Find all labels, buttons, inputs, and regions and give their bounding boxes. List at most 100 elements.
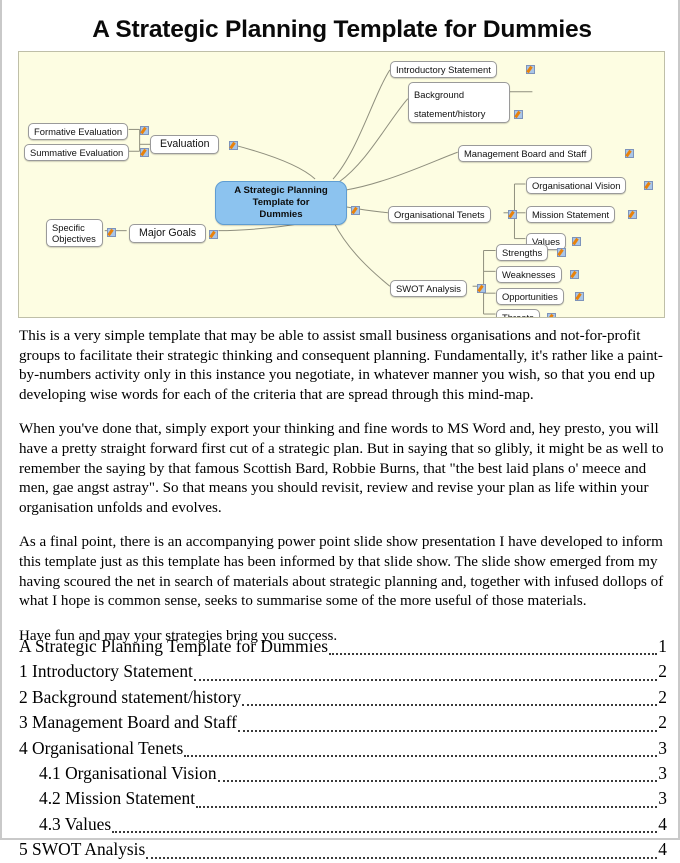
toc-entry-page: 3 (658, 737, 667, 758)
mindmap-node-label: Organisational Tenets (394, 209, 485, 220)
mindmap-node-weaknesses[interactable]: Weaknesses (496, 266, 562, 283)
toc-entry[interactable]: 4.2 Mission Statement 3 (19, 786, 667, 811)
central-line-3: Dummies (259, 209, 303, 220)
body-paragraph-1: This is a very simple template that may … (19, 328, 663, 403)
mindmap-node-summative-evaluation[interactable]: Summative Evaluation (24, 144, 130, 161)
toc-entry[interactable]: 4.1 Organisational Vision 3 (19, 761, 667, 786)
mindmap-figure: A Strategic Planning Template for Dummie… (18, 51, 665, 318)
note-icon-weaknesses[interactable] (570, 270, 579, 279)
mindmap-node-opportunities[interactable]: Opportunities (496, 288, 564, 305)
toc-entry-label: 4.3 Values (39, 813, 112, 834)
mindmap-node-formative-evaluation[interactable]: Formative Evaluation (28, 123, 129, 140)
toc-entry-label: 3 Management Board and Staff (19, 712, 237, 733)
toc-entry-label: 1 Introductory Statement (19, 661, 193, 682)
toc-entry-page: 2 (658, 686, 667, 707)
note-icon-threats[interactable] (547, 313, 556, 317)
note-icon-strengths[interactable] (557, 248, 566, 257)
toc-entry-label: A Strategic Planning Template for Dummie… (19, 636, 329, 656)
note-icon-introductory-statement[interactable] (526, 65, 535, 74)
note-icon-management-board-and-staff[interactable] (625, 149, 634, 158)
toc-dot-leader (237, 729, 658, 732)
note-icon-opportunities[interactable] (575, 292, 584, 301)
note-icon-background-statement-history[interactable] (514, 110, 523, 119)
mindmap-node-label: Introductory Statement (396, 64, 491, 75)
mindmap-node-organisational-tenets[interactable]: Organisational Tenets (388, 206, 491, 223)
toc-dot-leader (217, 779, 658, 783)
mindmap-node-label: SWOT Analysis (396, 283, 461, 294)
mindmap-node-label: Weaknesses (502, 269, 556, 280)
note-icon-summative-evaluation[interactable] (140, 148, 149, 157)
toc-entry-label: 4.1 Organisational Vision (39, 763, 217, 784)
toc-dot-leader (329, 652, 658, 656)
toc-entry[interactable]: 1 Introductory Statement 2 (19, 659, 667, 684)
toc-dot-leader (196, 805, 658, 808)
toc-entry-label: 2 Background statement/history (19, 686, 242, 707)
mindmap-node-specific-objectives[interactable]: Specific Objectives (46, 219, 103, 247)
mindmap-node-introductory-statement[interactable]: Introductory Statement (390, 61, 497, 78)
toc-entry-page: 3 (658, 763, 667, 784)
mindmap-node-swot-analysis[interactable]: SWOT Analysis (390, 280, 467, 297)
toc-entry[interactable]: 4 Organisational Tenets 3 (19, 736, 667, 761)
body-text: This is a very simple template that may … (19, 327, 667, 661)
mindmap-node-label-line1: Background (414, 89, 465, 100)
mindmap-node-threats[interactable]: Threats (496, 309, 540, 318)
note-icon-swot-analysis[interactable] (477, 284, 486, 293)
mindmap-node-background-statement-history[interactable]: Background statement/history (408, 82, 510, 123)
mindmap-node-label-line1: Specific (52, 222, 85, 233)
toc-entry[interactable]: 4.3 Values 4 (19, 812, 667, 837)
table-of-contents: A Strategic Planning Template for Dummie… (19, 634, 667, 863)
note-icon-mission-statement[interactable] (628, 210, 637, 219)
page-title: A Strategic Planning Template for Dummie… (92, 16, 592, 43)
mindmap-node-label-line2: Objectives (52, 233, 96, 244)
toc-entry-label: 5 SWOT Analysis (19, 839, 146, 860)
toc-dot-leader (146, 856, 658, 859)
mindmap-node-label: Formative Evaluation (34, 126, 123, 137)
toc-dot-leader (184, 754, 658, 758)
mindmap-node-evaluation[interactable]: Evaluation (150, 135, 220, 154)
mindmap-node-label: Threats (502, 312, 534, 318)
mindmap-node-label: Management Board and Staff (464, 148, 587, 159)
toc-entry-page: 3 (658, 788, 667, 809)
mindmap-node-major-goals[interactable]: Major Goals (129, 224, 207, 243)
toc-entry-page: 4 (658, 839, 667, 860)
toc-dot-leader (242, 703, 658, 707)
note-icon-evaluation[interactable] (229, 141, 238, 150)
toc-entry-page: 1 (658, 636, 667, 656)
mindmap-node-label: Strengths (502, 247, 543, 258)
mindmap-node-label: Mission Statement (532, 209, 610, 220)
toc-entry-page: 4 (658, 813, 667, 834)
toc-entry-page: 2 (658, 712, 667, 733)
mindmap-node-mission-statement[interactable]: Mission Statement (526, 206, 616, 223)
toc-entry[interactable]: 5 SWOT Analysis 4 (19, 837, 667, 862)
mindmap-node-central[interactable]: A Strategic Planning Template for Dummie… (215, 181, 347, 225)
note-icon-major-goals[interactable] (209, 230, 218, 239)
note-icon-formative-evaluation[interactable] (140, 126, 149, 135)
mindmap-node-label: Summative Evaluation (30, 147, 124, 158)
note-icon-organisational-tenets[interactable] (508, 210, 517, 219)
central-line-2: Template for (252, 197, 310, 208)
toc-entry-label: 4 Organisational Tenets (19, 737, 184, 758)
mindmap-node-label: Evaluation (160, 138, 210, 150)
mindmap-node-label: Organisational Vision (532, 180, 621, 191)
body-paragraph-3: As a final point, there is an accompanyi… (19, 534, 664, 610)
toc-dot-leader (193, 678, 658, 681)
mindmap-node-label: Opportunities (502, 291, 558, 302)
toc-entry[interactable]: 2 Background statement/history 2 (19, 685, 667, 710)
mindmap-node-label-line2: statement/history (414, 108, 486, 119)
toc-entry-page: 2 (658, 661, 667, 682)
note-icon-organisational-vision[interactable] (644, 181, 653, 190)
mindmap-node-label: Major Goals (139, 227, 197, 239)
mindmap-node-management-board-and-staff[interactable]: Management Board and Staff (458, 145, 593, 162)
toc-entry[interactable]: A Strategic Planning Template for Dummie… (19, 634, 667, 659)
body-paragraph-2: When you've done that, simply export you… (19, 421, 664, 516)
toc-entry[interactable]: 3 Management Board and Staff 2 (19, 710, 667, 735)
mindmap-node-organisational-vision[interactable]: Organisational Vision (526, 177, 627, 194)
note-icon-values[interactable] (572, 237, 581, 246)
toc-entry-label: 4.2 Mission Statement (39, 788, 196, 809)
central-line-1: A Strategic Planning (234, 185, 328, 196)
document-page: A Strategic Planning Template for Dummie… (0, 0, 680, 859)
note-icon-central[interactable] (351, 206, 360, 215)
note-icon-specific-objectives[interactable] (107, 228, 116, 237)
mindmap-node-central-text: A Strategic Planning Template for Dummie… (234, 185, 327, 221)
mindmap-node-strengths[interactable]: Strengths (496, 244, 549, 261)
